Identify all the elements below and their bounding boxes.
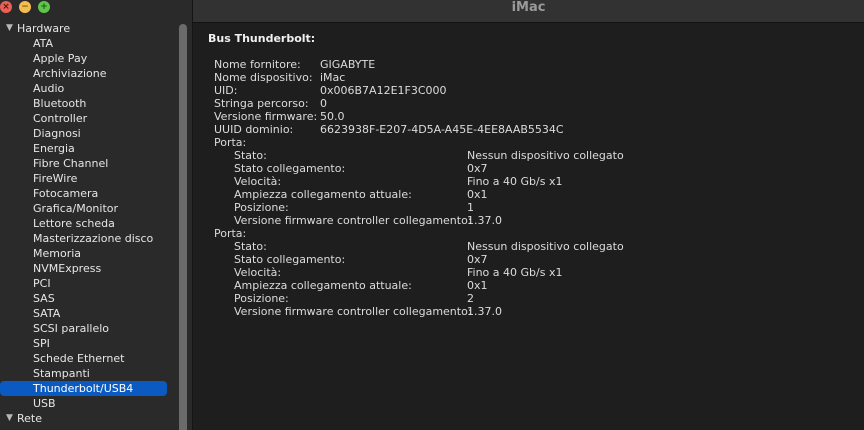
sidebar-item-nvmexpress[interactable]: NVMExpress: [0, 261, 192, 276]
bus-field-label: UUID dominio:: [214, 123, 294, 136]
port-field-value: Nessun dispositivo collegato: [467, 149, 624, 162]
sidebar-item-memoria[interactable]: Memoria: [0, 246, 192, 261]
window-title: iMac: [511, 0, 546, 15]
title-bar: iMac: [193, 0, 864, 23]
port-field-label: Stato:: [234, 149, 267, 162]
bus-field-label: Nome dispositivo:: [214, 71, 313, 84]
bus-field-label: UID:: [214, 84, 238, 97]
sidebar-item-schede-ethernet[interactable]: Schede Ethernet: [0, 351, 192, 366]
sidebar-item-usb[interactable]: USB: [0, 396, 192, 411]
sidebar-item-stampanti[interactable]: Stampanti: [0, 366, 192, 381]
port-header-label: Porta:: [214, 227, 247, 240]
sidebar-item-masterizzazione-disco[interactable]: Masterizzazione disco: [0, 231, 192, 246]
scrollbar-thumb[interactable]: [179, 24, 187, 430]
bus-field-value: 0: [320, 97, 327, 110]
port-field-label: Posizione:: [234, 292, 289, 305]
sidebar-item-bluetooth[interactable]: Bluetooth: [0, 96, 192, 111]
close-icon[interactable]: ×: [0, 1, 12, 13]
sidebar-item-firewire[interactable]: FireWire: [0, 171, 192, 186]
port-field-label: Stato collegamento:: [234, 162, 346, 175]
sidebar-item-audio[interactable]: Audio: [0, 81, 192, 96]
sidebar-item-fibre-channel[interactable]: Fibre Channel: [0, 156, 192, 171]
port-field-value: 0x1: [467, 279, 488, 292]
sidebar-item-pci[interactable]: PCI: [0, 276, 192, 291]
port-header-label: Porta:: [214, 136, 247, 149]
sidebar: × − + ▼ Hardware ATA Apple Pay Archiviazio…: [0, 0, 193, 430]
zoom-icon[interactable]: +: [38, 1, 50, 13]
port-field-value: 0x7: [467, 253, 488, 266]
bus-field-value: GIGABYTE: [320, 58, 376, 71]
port-field-label: Posizione:: [234, 201, 289, 214]
port-field-label: Versione firmware controller collegament…: [234, 214, 472, 227]
sidebar-item-grafica-monitor[interactable]: Grafica/Monitor: [0, 201, 192, 216]
port-field-value: 0x1: [467, 188, 488, 201]
sidebar-item-scsi-parallelo[interactable]: SCSI parallelo: [0, 321, 192, 336]
bus-field-value: 50.0: [320, 110, 345, 123]
bus-field-value: 0x006B7A12E1F3C000: [320, 84, 447, 97]
bus-field-value: iMac: [320, 71, 346, 84]
sidebar-scrollbar[interactable]: [177, 22, 189, 430]
sidebar-item-ata[interactable]: ATA: [0, 36, 192, 51]
sidebar-item-energia[interactable]: Energia: [0, 141, 192, 156]
sidebar-item-archiviazione[interactable]: Archiviazione: [0, 66, 192, 81]
sidebar-item-apple-pay[interactable]: Apple Pay: [0, 51, 192, 66]
bus-field-value: 6623938F-E207-4D5A-A45E-4EE8AAB5534C: [320, 123, 564, 136]
sidebar-items: ATA Apple Pay Archiviazione Audio Bluetooth C…: [0, 36, 192, 411]
section-title: Bus Thunderbolt:: [208, 32, 316, 45]
bus-field-label: Stringa percorso:: [214, 97, 309, 110]
sidebar-item-spi[interactable]: SPI: [0, 336, 192, 351]
sidebar-item-sata[interactable]: SATA: [0, 306, 192, 321]
port-field-label: Ampiezza collegamento attuale:: [234, 279, 412, 292]
bus-field-label: Nome fornitore:: [214, 58, 301, 71]
detail-pane: Bus Thunderbolt: Nome fornitore: GIGABYTE…: [193, 23, 864, 430]
sidebar-item-fotocamera[interactable]: Fotocamera: [0, 186, 192, 201]
port-field-value: 0x7: [467, 162, 488, 175]
bus-field-label: Versione firmware:: [214, 110, 318, 123]
sidebar-tree: ▼ Hardware ATA Apple Pay Archiviazione Audi…: [0, 21, 192, 426]
sidebar-item-thunderbolt-usb4[interactable]: Thunderbolt/USB4: [0, 381, 167, 396]
port-field-label: Stato:: [234, 240, 267, 253]
sidebar-group-label: Rete: [17, 412, 42, 425]
sidebar-item-diagnosi[interactable]: Diagnosi: [0, 126, 192, 141]
sidebar-group-rete[interactable]: ▼ Rete: [0, 411, 192, 426]
port-field-value: 1: [467, 201, 474, 214]
sidebar-item-lettore-scheda[interactable]: Lettore scheda: [0, 216, 192, 231]
port-field-value: 1.37.0: [467, 305, 502, 318]
port-field-value: Nessun dispositivo collegato: [467, 240, 624, 253]
sidebar-group-label: Hardware: [17, 22, 71, 35]
port-field-value: Fino a 40 Gb/s x1: [467, 266, 563, 279]
port-field-value: 1.37.0: [467, 214, 502, 227]
port-field-label: Velocità:: [234, 175, 282, 188]
sidebar-item-controller[interactable]: Controller: [0, 111, 192, 126]
port-field-label: Stato collegamento:: [234, 253, 346, 266]
sidebar-group-hardware[interactable]: ▼ Hardware: [0, 21, 192, 36]
chevron-down-icon[interactable]: ▼: [6, 411, 13, 426]
port-field-value: 2: [467, 292, 474, 305]
sidebar-item-sas[interactable]: SAS: [0, 291, 192, 306]
port-field-value: Fino a 40 Gb/s x1: [467, 175, 563, 188]
minimize-icon[interactable]: −: [19, 1, 31, 13]
port-field-label: Velocità:: [234, 266, 282, 279]
chevron-down-icon[interactable]: ▼: [6, 21, 13, 36]
port-field-label: Ampiezza collegamento attuale:: [234, 188, 412, 201]
port-field-label: Versione firmware controller collegament…: [234, 305, 472, 318]
